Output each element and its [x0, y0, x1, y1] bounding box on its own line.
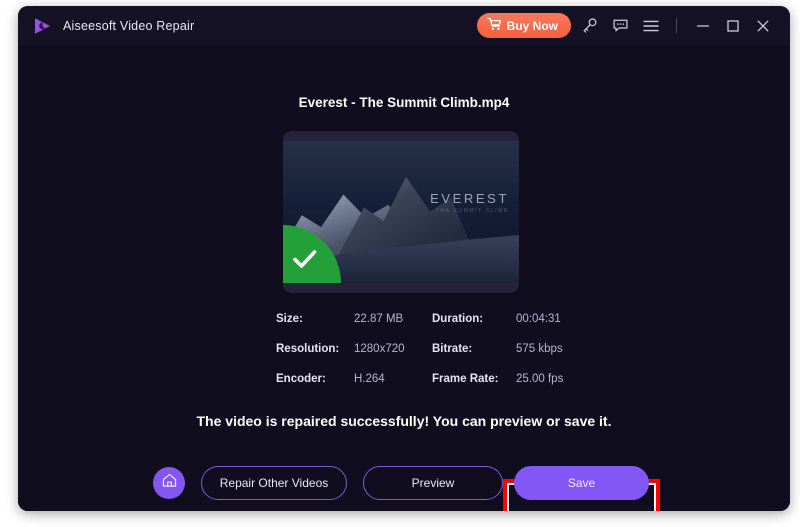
- meta-value: 1280x720: [354, 343, 405, 355]
- meta-value: H.264: [354, 373, 385, 385]
- meta-label: Size:: [276, 313, 303, 325]
- shopping-cart-icon: [486, 17, 502, 34]
- title-bar: Aiseesoft Video Repair Buy Now: [18, 6, 790, 46]
- save-button[interactable]: Save: [514, 466, 649, 500]
- meta-label: Encoder:: [276, 373, 326, 385]
- meta-label: Resolution:: [276, 343, 340, 355]
- overlay-subtitle: THE SUMMIT CLIMB: [435, 208, 509, 214]
- home-button[interactable]: [153, 467, 185, 499]
- titlebar-divider: [676, 18, 677, 33]
- meta-label: Frame Rate:: [432, 373, 499, 385]
- checkmark-icon: [292, 248, 318, 275]
- main-content: Everest - The Summit Climb.mp4 EVEREST T…: [18, 45, 790, 511]
- action-bar: Repair Other Videos Preview Save: [18, 453, 790, 511]
- meta-value: 575 kbps: [516, 343, 563, 355]
- play-logo-icon: [31, 15, 53, 37]
- buy-now-label: Buy Now: [506, 18, 558, 33]
- meta-value: 22.87 MB: [354, 313, 404, 325]
- thumbnail-image: EVEREST THE SUMMIT CLIMB: [283, 141, 519, 283]
- meta-label: Bitrate:: [432, 343, 473, 355]
- minimize-icon[interactable]: [690, 13, 716, 39]
- status-message: The video is repaired successfully! You …: [196, 413, 612, 429]
- key-icon[interactable]: [576, 13, 602, 39]
- preview-button[interactable]: Preview: [363, 466, 503, 500]
- maximize-icon[interactable]: [720, 13, 746, 39]
- overlay-title: EVEREST: [430, 191, 509, 206]
- titlebar-controls: Buy Now: [476, 6, 790, 45]
- thumbnail-text-overlay: EVEREST THE SUMMIT CLIMB: [430, 191, 509, 214]
- meta-value: 25.00 fps: [516, 373, 564, 385]
- app-window: Aiseesoft Video Repair Buy Now Everest -…: [18, 6, 790, 511]
- repair-other-videos-button[interactable]: Repair Other Videos: [201, 466, 347, 500]
- buy-now-button[interactable]: Buy Now: [476, 13, 571, 38]
- close-icon[interactable]: [750, 13, 776, 39]
- hamburger-menu-icon[interactable]: [638, 13, 664, 39]
- meta-label: Duration:: [432, 313, 484, 325]
- speech-bubble-icon[interactable]: [607, 13, 633, 39]
- meta-value: 00:04:31: [516, 313, 561, 325]
- video-metadata: Size: 22.87 MB Duration: 00:04:31 Resolu…: [276, 313, 576, 385]
- video-thumbnail[interactable]: EVEREST THE SUMMIT CLIMB: [283, 131, 519, 293]
- app-title: Aiseesoft Video Repair: [63, 18, 195, 33]
- home-icon: [161, 472, 178, 494]
- file-name-label: Everest - The Summit Climb.mp4: [298, 95, 510, 110]
